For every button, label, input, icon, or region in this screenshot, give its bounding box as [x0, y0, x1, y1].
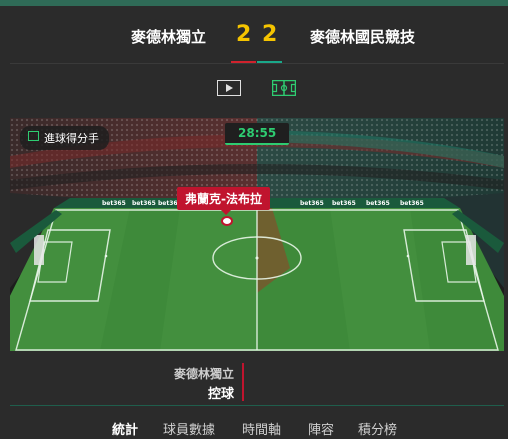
scorers-icon	[28, 131, 39, 141]
svg-text:bet365: bet365	[132, 200, 156, 207]
pitch-graphic: bet365 bet365 bet365 bet365 bet365 bet36…	[10, 118, 504, 351]
tab-player-data[interactable]: 球員數據	[163, 419, 215, 438]
possession-action: 控球	[207, 387, 234, 402]
svg-text:bet365: bet365	[366, 200, 390, 207]
play-video-icon[interactable]	[217, 80, 241, 96]
home-team-name: 麥德林獨立	[131, 28, 207, 46]
possession-team: 麥德林獨立	[173, 367, 234, 381]
tab-standings[interactable]: 積分榜	[358, 419, 397, 438]
away-score: 2	[262, 22, 278, 47]
match-clock: 28:55	[225, 123, 290, 145]
tab-timeline[interactable]: 時間軸	[242, 419, 281, 438]
scoreboard: 麥德林獨立 2 2 麥德林國民競技	[0, 6, 508, 63]
stats-tabs: 統計 球員數據 時間軸 陣容 積分榜	[0, 419, 508, 439]
ad-board-text: bet365	[102, 200, 126, 207]
svg-text:bet365: bet365	[400, 200, 424, 207]
pitch-icon[interactable]	[271, 79, 297, 97]
possession-panel: 麥德林獨立 控球	[10, 351, 504, 405]
home-score: 2	[236, 22, 252, 47]
goal-scorers-label: 進球得分手	[44, 132, 99, 145]
player-label: 弗蘭克-法布拉	[177, 187, 270, 215]
tab-stats[interactable]: 統計	[112, 419, 138, 438]
away-team-name: 麥德林國民競技	[310, 28, 416, 46]
svg-text:bet365: bet365	[332, 200, 356, 207]
header-divider	[10, 63, 504, 64]
tab-lineups[interactable]: 陣容	[308, 419, 334, 438]
svg-text:bet365: bet365	[300, 200, 324, 207]
match-tracker-pitch: bet365 bet365 bet365 bet365 bet365 bet36…	[10, 118, 504, 351]
tabs-divider	[10, 405, 504, 406]
goal-scorers-button[interactable]: 進球得分手	[20, 126, 109, 150]
ball-position-marker	[221, 216, 233, 226]
possession-indicator	[242, 363, 244, 401]
